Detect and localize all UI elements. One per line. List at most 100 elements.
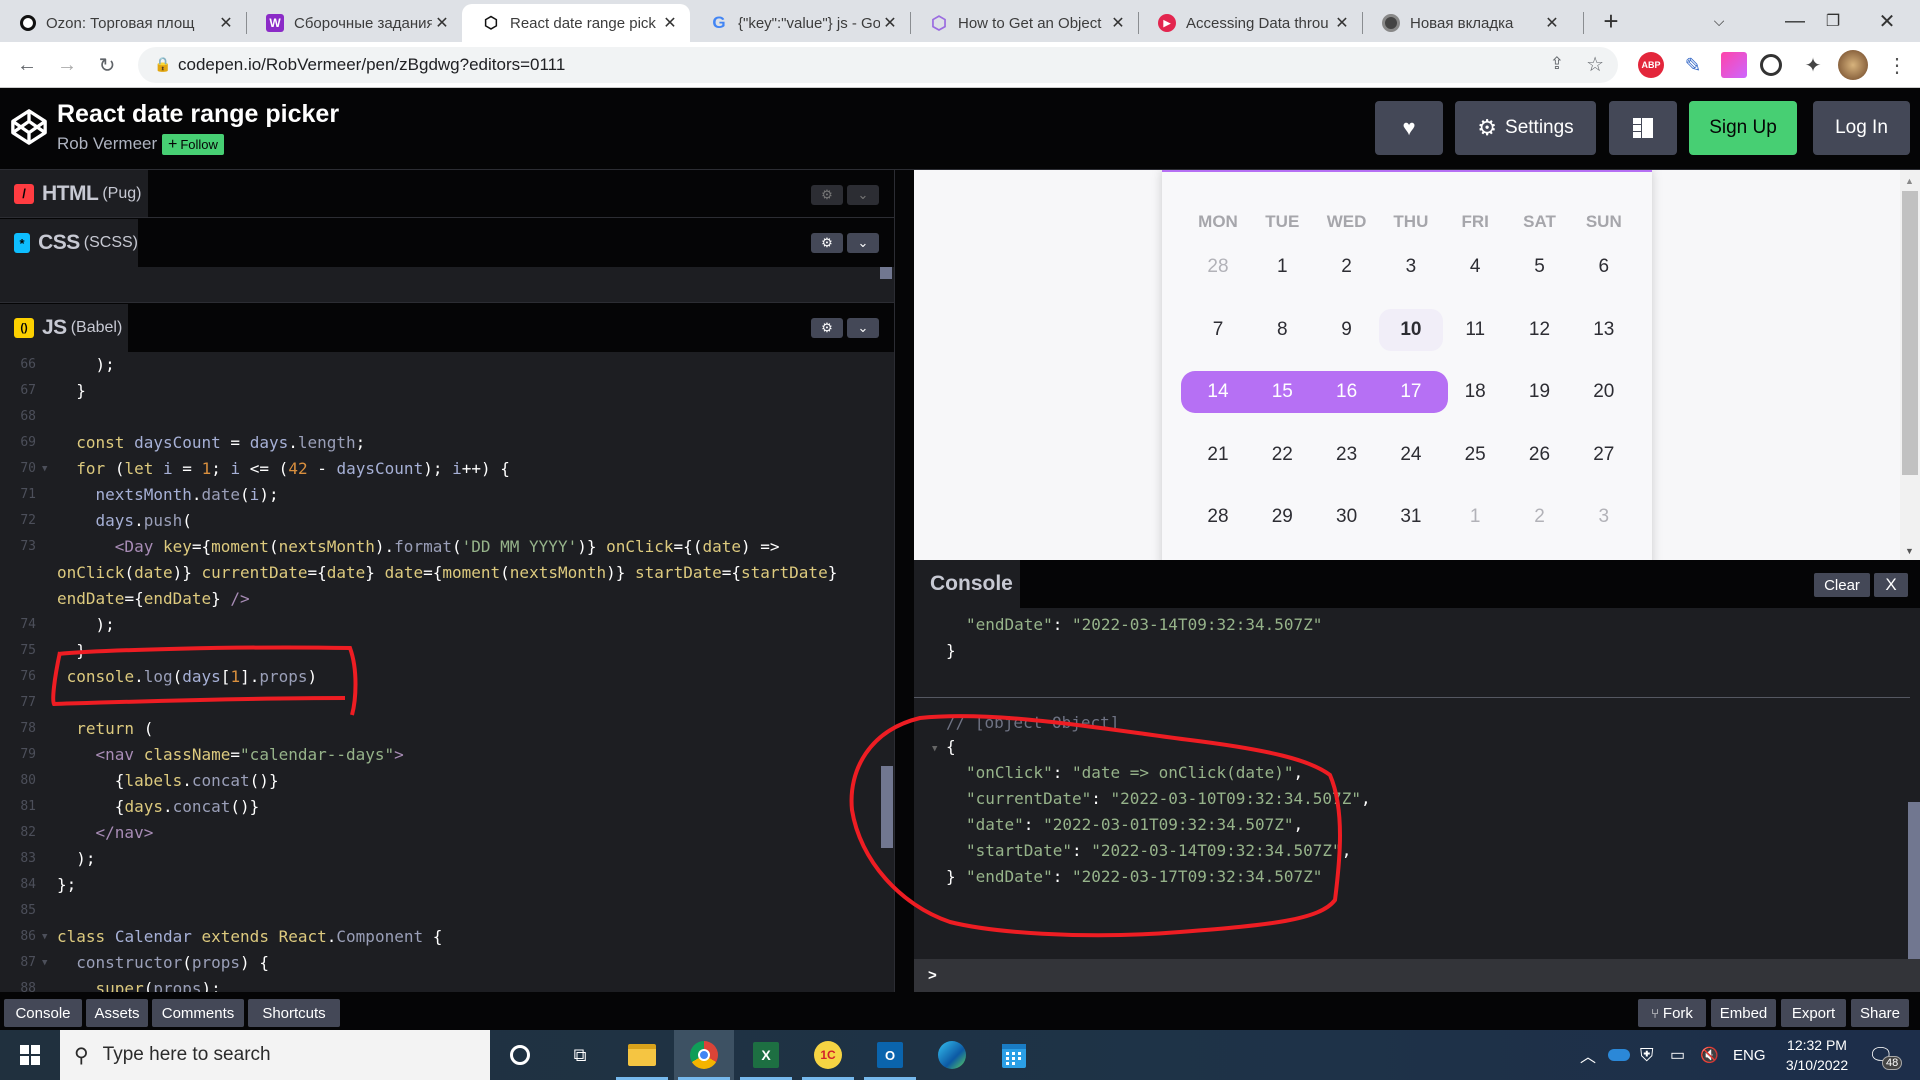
calendar-day[interactable]: 1 bbox=[1250, 246, 1314, 288]
url-input[interactable]: 🔒 codepen.io/RobVermeer/pen/zBgdwg?edito… bbox=[138, 47, 1618, 83]
js-code-editor[interactable]: 66 ); 67 } 68 69 const daysCount = days.… bbox=[0, 352, 894, 992]
browser-tab[interactable]: Ozon: Торговая площ ✕ bbox=[0, 4, 246, 42]
calendar-day[interactable]: 4 bbox=[1443, 246, 1507, 288]
calendar-day-selected[interactable]: 15 bbox=[1250, 371, 1314, 413]
tray-chevron-icon[interactable]: ︿ bbox=[1580, 1030, 1596, 1080]
calendar-day[interactable]: 19 bbox=[1508, 371, 1572, 413]
calendar-day[interactable]: 9 bbox=[1315, 309, 1379, 351]
calendar-day[interactable]: 5 bbox=[1508, 246, 1572, 288]
close-tab-icon[interactable]: ✕ bbox=[1542, 13, 1562, 33]
footer-shortcuts-button[interactable]: Shortcuts bbox=[248, 999, 340, 1027]
html-collapse-button[interactable]: ⌄ bbox=[847, 185, 879, 205]
console-input[interactable]: > bbox=[914, 959, 1920, 995]
css-editor-tab[interactable]: * CSS (SCSS) bbox=[0, 219, 138, 267]
edge-icon[interactable] bbox=[922, 1030, 982, 1080]
settings-button[interactable]: ⚙ Settings bbox=[1455, 101, 1596, 155]
browser-tab[interactable]: G {"key":"value"} js - Goo ✕ bbox=[690, 4, 910, 42]
calendar-day[interactable]: 22 bbox=[1250, 434, 1314, 476]
calendar-day[interactable]: 8 bbox=[1250, 309, 1314, 351]
calendar-day[interactable]: 30 bbox=[1315, 496, 1379, 538]
share-button[interactable]: Share bbox=[1851, 999, 1909, 1027]
css-scrollbar[interactable] bbox=[880, 267, 892, 279]
embed-button[interactable]: Embed bbox=[1711, 999, 1776, 1027]
battery-icon[interactable]: ▭ bbox=[1670, 1030, 1685, 1080]
clock[interactable]: 12:32 PM 3/10/2022 bbox=[1772, 1030, 1862, 1080]
follow-button[interactable]: + Follow bbox=[162, 134, 224, 155]
new-tab-button[interactable]: + bbox=[1588, 6, 1634, 36]
calendar-app-icon[interactable] bbox=[984, 1030, 1044, 1080]
puzzle-icon[interactable]: ✦ bbox=[1800, 52, 1826, 78]
menu-icon[interactable]: ⋮ bbox=[1884, 52, 1910, 78]
browser-tab-active[interactable]: ⬡ React date range pick ✕ bbox=[462, 4, 690, 42]
calendar-day[interactable]: 29 bbox=[1250, 496, 1314, 538]
footer-comments-button[interactable]: Comments bbox=[152, 999, 244, 1027]
html-editor-tab[interactable]: / HTML (Pug) bbox=[0, 170, 148, 217]
close-tab-icon[interactable]: ✕ bbox=[660, 13, 680, 33]
js-scrollbar[interactable] bbox=[881, 766, 893, 848]
pane-resize-handle[interactable] bbox=[894, 170, 914, 992]
profile-avatar[interactable] bbox=[1838, 50, 1868, 80]
codepen-logo-icon[interactable] bbox=[10, 108, 48, 146]
scroll-up-icon[interactable]: ▲ bbox=[1905, 176, 1914, 186]
calendar-day[interactable]: 28 bbox=[1186, 496, 1250, 538]
restore-button[interactable]: ❐ bbox=[1810, 6, 1856, 36]
preview-scrollbar[interactable]: ▲ ▼ bbox=[1900, 170, 1920, 560]
scroll-down-icon[interactable]: ▼ bbox=[1905, 546, 1914, 556]
calendar-day[interactable]: 3 bbox=[1379, 246, 1443, 288]
forward-button[interactable]: → bbox=[52, 50, 82, 80]
calendar-day[interactable]: 1 bbox=[1443, 496, 1507, 538]
cortana-icon[interactable] bbox=[490, 1030, 550, 1080]
close-tab-icon[interactable]: ✕ bbox=[216, 13, 236, 33]
close-window-button[interactable]: ✕ bbox=[1864, 6, 1910, 36]
task-view-icon[interactable]: ⧉ bbox=[550, 1030, 610, 1080]
console-clear-button[interactable]: Clear bbox=[1814, 573, 1870, 597]
sign-up-button[interactable]: Sign Up bbox=[1689, 101, 1797, 155]
excel-icon[interactable]: X bbox=[736, 1030, 796, 1080]
file-explorer-icon[interactable] bbox=[612, 1030, 672, 1080]
calendar-day-selected[interactable]: 16 bbox=[1315, 371, 1379, 413]
console-close-button[interactable]: X bbox=[1874, 573, 1908, 597]
calendar-day[interactable]: 6 bbox=[1572, 246, 1636, 288]
bookmark-star-icon[interactable]: ☆ bbox=[1586, 52, 1604, 77]
calendar-day[interactable]: 18 bbox=[1443, 371, 1507, 413]
calendar-day[interactable]: 27 bbox=[1572, 434, 1636, 476]
pen-author-link[interactable]: Rob Vermeer bbox=[57, 134, 157, 154]
reload-button[interactable]: ↻ bbox=[92, 50, 122, 80]
language-indicator[interactable]: ENG bbox=[1733, 1030, 1766, 1080]
html-settings-button[interactable]: ⚙ bbox=[811, 185, 843, 205]
adblock-icon[interactable]: ABP bbox=[1638, 52, 1664, 78]
calendar-day[interactable]: 11 bbox=[1443, 309, 1507, 351]
js-editor-tab[interactable]: () JS (Babel) bbox=[0, 304, 128, 352]
timer-icon[interactable] bbox=[1760, 54, 1782, 76]
notifications-button[interactable]: 🗨 48 bbox=[1868, 1030, 1903, 1080]
change-view-button[interactable] bbox=[1609, 101, 1677, 155]
calendar-day[interactable]: 28 bbox=[1186, 246, 1250, 288]
gradient-extension-icon[interactable] bbox=[1721, 52, 1747, 78]
calendar-day[interactable]: 2 bbox=[1508, 496, 1572, 538]
calendar-day[interactable]: 7 bbox=[1186, 309, 1250, 351]
calendar-day[interactable]: 23 bbox=[1315, 434, 1379, 476]
calendar-day[interactable]: 2 bbox=[1315, 246, 1379, 288]
calendar-day[interactable]: 13 bbox=[1572, 309, 1636, 351]
fork-button[interactable]: ⑂ Fork bbox=[1638, 999, 1706, 1027]
security-icon[interactable]: ⛨ bbox=[1640, 1030, 1654, 1080]
eyedropper-icon[interactable]: ✎ bbox=[1680, 52, 1706, 78]
calendar-day[interactable]: 24 bbox=[1379, 434, 1443, 476]
css-code-editor[interactable]: 1 $primary: #b670f4; bbox=[0, 267, 894, 346]
calendar-day[interactable]: 20 bbox=[1572, 371, 1636, 413]
share-icon[interactable]: ⇪ bbox=[1550, 54, 1564, 74]
browser-tab[interactable]: ▶ Accessing Data throu ✕ bbox=[1138, 4, 1362, 42]
chrome-taskbar-icon[interactable] bbox=[674, 1030, 734, 1080]
calendar-day[interactable]: 12 bbox=[1508, 309, 1572, 351]
calendar-day[interactable]: 21 bbox=[1186, 434, 1250, 476]
calendar-day[interactable]: 31 bbox=[1379, 496, 1443, 538]
export-button[interactable]: Export bbox=[1781, 999, 1846, 1027]
close-tab-icon[interactable]: ✕ bbox=[1332, 13, 1352, 33]
outlook-icon[interactable]: O bbox=[860, 1030, 920, 1080]
calendar-day-selected[interactable]: 14 bbox=[1186, 371, 1250, 413]
volume-muted-icon[interactable]: 🔇 bbox=[1700, 1030, 1719, 1080]
onedrive-icon[interactable] bbox=[1608, 1030, 1630, 1080]
calendar-day[interactable]: 26 bbox=[1508, 434, 1572, 476]
taskbar-search-input[interactable]: ⚲ Type here to search bbox=[60, 1030, 490, 1080]
js-collapse-button[interactable]: ⌄ bbox=[847, 318, 879, 338]
